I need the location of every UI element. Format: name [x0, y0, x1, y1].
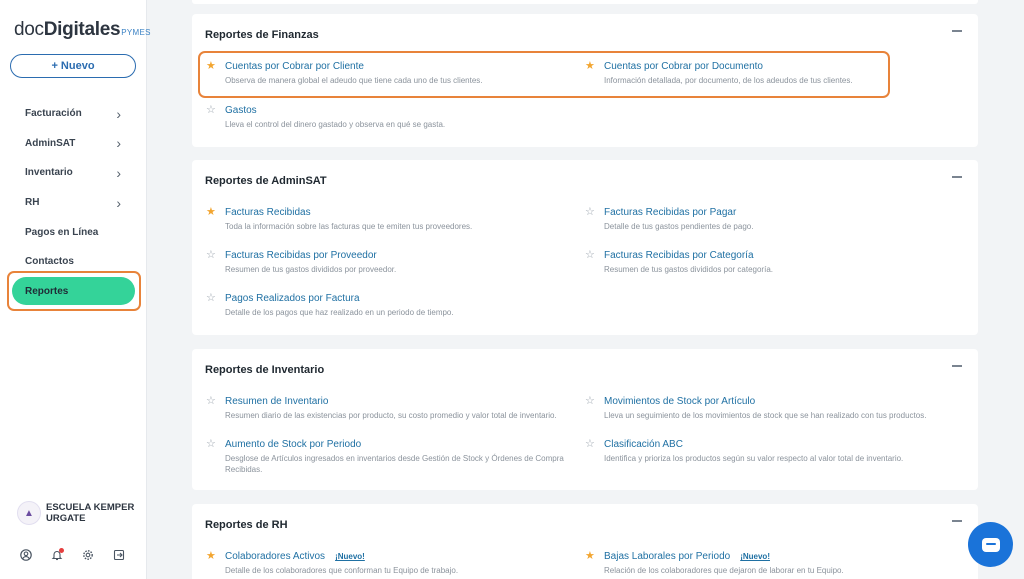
sidebar-item-label: RH [25, 197, 40, 209]
chat-icon [981, 537, 1000, 552]
report-description: Toda la información sobre las facturas q… [225, 222, 473, 231]
user-icon[interactable] [19, 548, 33, 562]
report-description: Detalle de los colaboradores que conform… [225, 566, 459, 575]
section-title: Reportes de Inventario [205, 364, 325, 376]
report-title[interactable]: Facturas Recibidas por Pagar [604, 207, 736, 218]
new-badge: ¡Nuevo! [335, 552, 365, 561]
collapse-icon[interactable] [952, 520, 962, 522]
report-description: Resumen de tus gastos divididos por cate… [604, 265, 773, 274]
report-title[interactable]: Movimientos de Stock por Artículo [604, 396, 755, 407]
report-title-wrap[interactable]: Bajas Laborales por Periodo ¡Nuevo! [604, 551, 770, 562]
star-outline-icon[interactable]: ☆ [206, 249, 216, 261]
report-title[interactable]: Facturas Recibidas [225, 207, 311, 218]
top-strip [192, 0, 978, 4]
report-title[interactable]: Resumen de Inventario [225, 396, 328, 407]
notification-dot [59, 548, 64, 553]
brand-logo[interactable]: docDigitalesPYMES [14, 19, 151, 41]
report-title[interactable]: Cuentas por Cobrar por Documento [604, 61, 763, 72]
report-description: Relación de los colaboradores que dejaro… [604, 566, 844, 575]
report-title[interactable]: Colaboradores Activos [225, 551, 325, 562]
star-outline-icon[interactable]: ☆ [206, 438, 216, 450]
bell-icon[interactable] [50, 548, 64, 562]
report-description: Observa de manera global el adeudo que t… [225, 76, 483, 85]
logout-icon[interactable] [112, 548, 126, 562]
new-button[interactable]: + Nuevo [10, 54, 136, 78]
report-description: Resumen de tus gastos divididos por prov… [225, 265, 397, 274]
chevron-right-icon: › [116, 194, 121, 211]
report-description: Resumen diario de las existencias por pr… [225, 411, 557, 420]
report-title[interactable]: Bajas Laborales por Periodo [604, 551, 730, 562]
sidebar-item-label: Contactos [25, 256, 74, 268]
sidebar-item-rh[interactable]: RH › [0, 188, 147, 218]
star-outline-icon[interactable]: ☆ [585, 249, 595, 261]
star-outline-icon[interactable]: ☆ [585, 206, 595, 218]
report-title[interactable]: Pagos Realizados por Factura [225, 293, 360, 304]
sidebar-item-label: Pagos en Línea [25, 226, 99, 238]
collapse-icon[interactable] [952, 30, 962, 32]
org-name: ESCUELA KEMPER URGATE [46, 501, 135, 525]
section-title: Reportes de AdminSAT [205, 175, 327, 187]
report-title[interactable]: Aumento de Stock por Periodo [225, 439, 361, 450]
report-title[interactable]: Clasificación ABC [604, 439, 683, 450]
report-description: Información detallada, por documento, de… [604, 76, 853, 85]
chevron-right-icon: › [116, 164, 121, 181]
star-outline-icon[interactable]: ☆ [206, 104, 216, 116]
report-description: Lleva el control del dinero gastado y ob… [225, 120, 446, 129]
sidebar-item-pagos-en-linea[interactable]: Pagos en Línea [0, 217, 147, 247]
chevron-right-icon: › [116, 135, 121, 152]
section-title: Reportes de Finanzas [205, 29, 319, 41]
report-description: Lleva un seguimiento de los movimientos … [604, 411, 927, 420]
star-outline-icon[interactable]: ☆ [206, 395, 216, 407]
sidebar: docDigitalesPYMES + Nuevo Facturación › … [0, 0, 150, 579]
sidebar-item-label: Inventario [25, 167, 73, 179]
brand-suffix: PYMES [121, 28, 151, 37]
sidebar-item-label: AdminSAT [25, 137, 76, 149]
report-title-wrap[interactable]: Colaboradores Activos ¡Nuevo! [225, 551, 365, 562]
sidebar-item-adminsat[interactable]: AdminSAT › [0, 129, 147, 159]
report-title[interactable]: Cuentas por Cobrar por Cliente [225, 61, 364, 72]
sidebar-item-facturacion[interactable]: Facturación › [0, 99, 147, 129]
organization-switcher[interactable]: ▲ ESCUELA KEMPER URGATE [17, 501, 142, 525]
sidebar-item-label: Facturación [25, 108, 82, 120]
section-inventario: Reportes de Inventario ☆ Resumen de Inve… [192, 349, 978, 490]
gear-icon[interactable] [81, 548, 95, 562]
report-description: Detalle de tus gastos pendientes de pago… [604, 222, 754, 231]
new-badge: ¡Nuevo! [740, 552, 770, 561]
sidebar-nav: Facturación › AdminSAT › Inventario › RH… [0, 99, 147, 277]
star-filled-icon[interactable]: ★ [585, 550, 595, 562]
brand-part1: doc [14, 19, 44, 40]
star-filled-icon[interactable]: ★ [585, 60, 595, 72]
chat-button[interactable] [968, 522, 1013, 567]
section-adminsat: Reportes de AdminSAT ★ Facturas Recibida… [192, 160, 978, 335]
chevron-right-icon: › [116, 105, 121, 122]
report-description: Detalle de los pagos que haz realizado e… [225, 308, 454, 317]
star-filled-icon[interactable]: ★ [206, 60, 216, 72]
section-rh: Reportes de RH ★ Colaboradores Activos ¡N… [192, 504, 978, 579]
org-logo-icon: ▲ [17, 501, 41, 525]
star-filled-icon[interactable]: ★ [206, 206, 216, 218]
report-title[interactable]: Facturas Recibidas por Proveedor [225, 250, 377, 261]
sidebar-item-inventario[interactable]: Inventario › [0, 158, 147, 188]
collapse-icon[interactable] [952, 176, 962, 178]
section-finanzas: Reportes de Finanzas ★ Cuentas por Cobra… [192, 14, 978, 147]
star-outline-icon[interactable]: ☆ [585, 395, 595, 407]
brand-part2: Digitales [43, 19, 121, 40]
star-filled-icon[interactable]: ★ [206, 550, 216, 562]
report-title[interactable]: Facturas Recibidas por Categoría [604, 250, 754, 261]
sidebar-item-reportes[interactable]: Reportes [12, 277, 135, 305]
sidebar-footer-icons [19, 548, 126, 562]
report-description: Desglose de Artículos ingresados en inve… [225, 454, 564, 474]
star-outline-icon[interactable]: ☆ [206, 292, 216, 304]
star-outline-icon[interactable]: ☆ [585, 438, 595, 450]
collapse-icon[interactable] [952, 365, 962, 367]
report-title[interactable]: Gastos [225, 105, 257, 116]
section-title: Reportes de RH [205, 519, 288, 531]
report-description: Identifica y prioriza los productos segú… [604, 454, 904, 463]
